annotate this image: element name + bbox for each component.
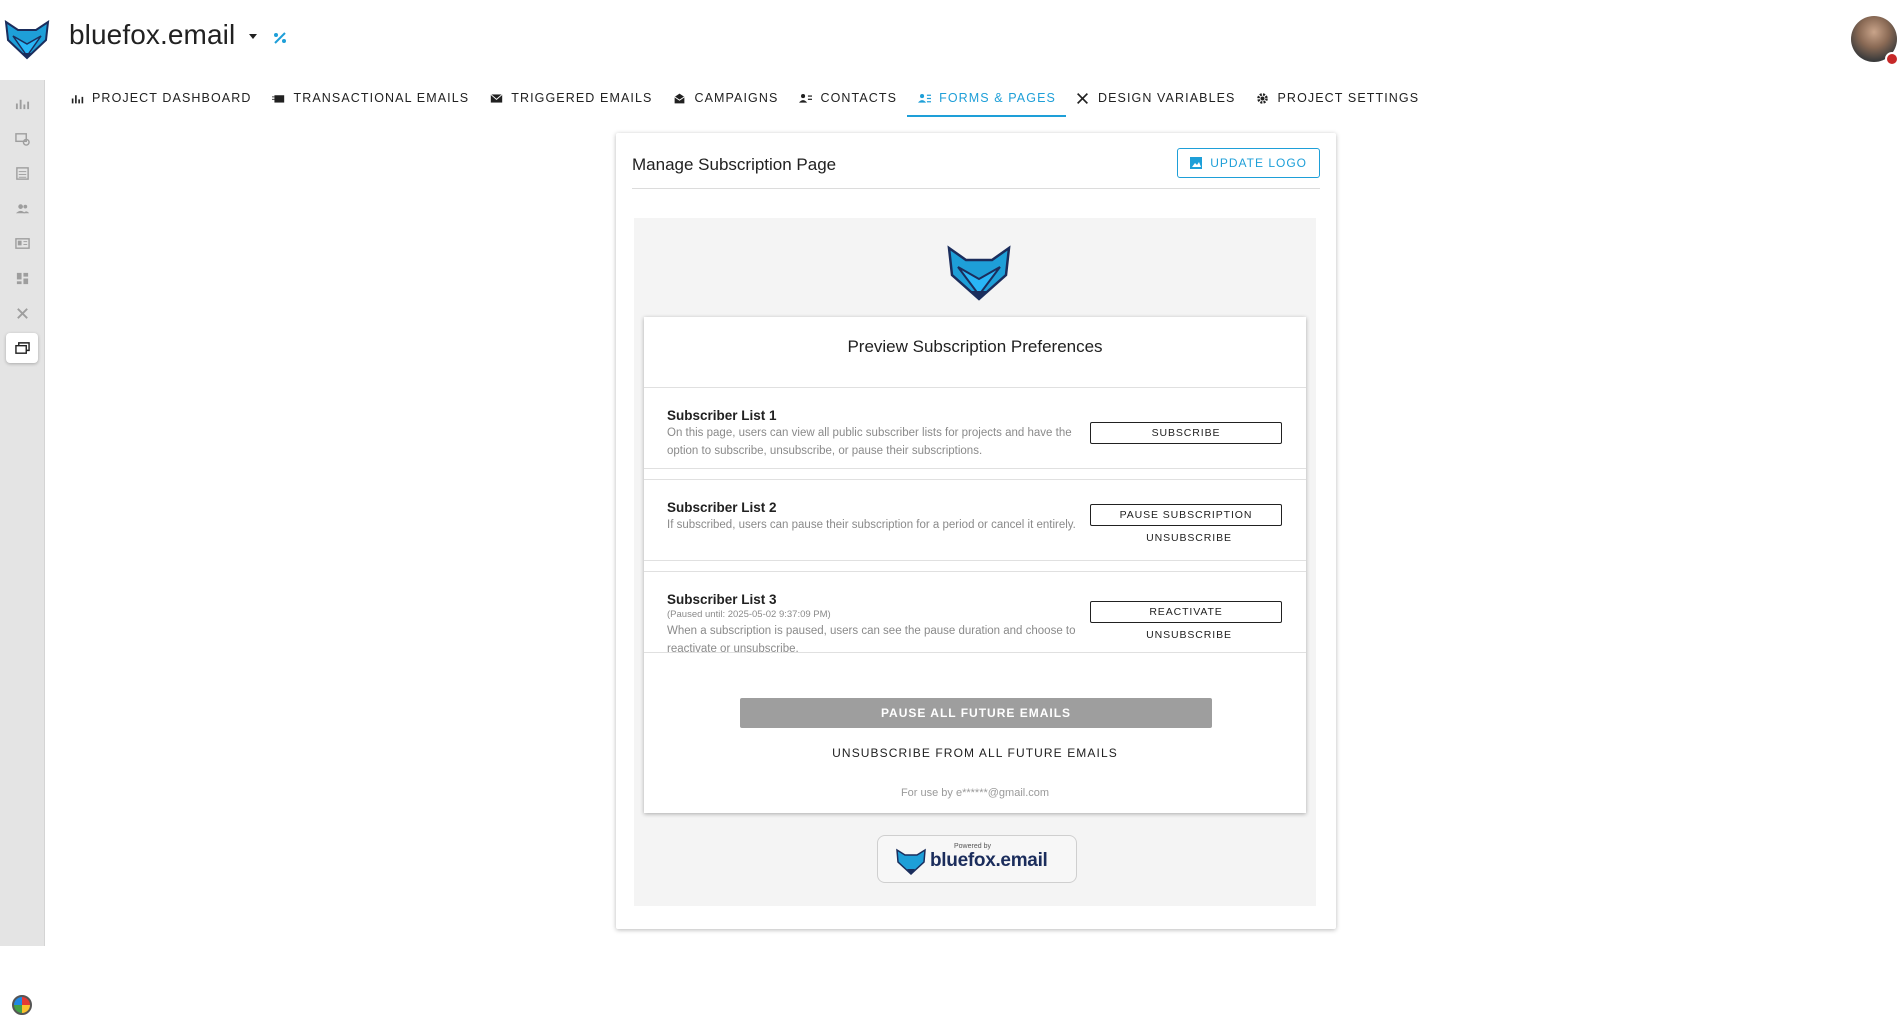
- contacts-icon: [798, 91, 812, 105]
- pause-all-button[interactable]: PAUSE ALL FUTURE EMAILS: [740, 698, 1212, 728]
- tab-design-variables[interactable]: Design Variables: [1066, 80, 1246, 116]
- tab-label: Transactional Emails: [293, 91, 470, 105]
- powered-by-brand: bluefox.email: [930, 850, 1048, 871]
- workspace-switcher-icon[interactable]: [12, 995, 32, 1015]
- id-card-icon: [14, 237, 30, 249]
- tab-triggered-emails[interactable]: Triggered Emails: [479, 80, 662, 116]
- list-item: Subscriber List 3 (Paused until: 2025-05…: [644, 571, 1306, 655]
- preferences-panel: Preview Subscription Preferences Subscri…: [644, 317, 1306, 813]
- rail-item-dashboard[interactable]: [6, 88, 38, 118]
- mail-cog-icon: [14, 132, 30, 146]
- update-logo-label: UPDATE LOGO: [1210, 156, 1307, 170]
- chart-icon: [70, 91, 84, 105]
- caret-down-icon[interactable]: [245, 28, 261, 44]
- subscribe-button[interactable]: SUBSCRIBE: [1090, 422, 1282, 444]
- top-bar: bluefox.email: [0, 0, 1902, 78]
- update-logo-button[interactable]: UPDATE LOGO: [1177, 148, 1320, 178]
- pause-subscription-button[interactable]: PAUSE SUBSCRIPTION: [1090, 504, 1282, 526]
- powered-by-badge[interactable]: Powered by bluefox.email: [877, 835, 1077, 883]
- tab-label: Project Settings: [1277, 91, 1420, 105]
- bluefox-logo: [896, 848, 926, 875]
- reactivate-button[interactable]: REACTIVATE: [1090, 601, 1282, 623]
- bluefox-logo: [947, 245, 1011, 301]
- left-rail: [0, 80, 45, 1015]
- rail-item-contacts[interactable]: [6, 193, 38, 223]
- tab-label: Project Dashboard: [92, 91, 252, 105]
- tools-icon: [16, 307, 28, 319]
- rail-item-forms[interactable]: [6, 228, 38, 258]
- chart-icon: [15, 99, 29, 109]
- rail-item-transactional[interactable]: [6, 123, 38, 153]
- forms-icon: [917, 91, 931, 105]
- tab-forms-pages[interactable]: Forms & Pages: [907, 80, 1066, 117]
- tab-transactional-emails[interactable]: Transactional Emails: [261, 80, 479, 116]
- inbox-icon: [672, 91, 686, 105]
- list-name: Subscriber List 3: [667, 592, 777, 607]
- project-tabs: Project Dashboard Transactional Emails T…: [60, 80, 1429, 118]
- list-name: Subscriber List 2: [667, 500, 777, 515]
- list-description: On this page, users can view all public …: [667, 427, 1072, 457]
- paused-note: (Paused until: 2025-05-02 9:37:09 PM): [667, 609, 831, 620]
- mail-stack-icon: [271, 91, 285, 105]
- rail-item-triggered[interactable]: [6, 158, 38, 188]
- subscription-preview: Preview Subscription Preferences Subscri…: [634, 218, 1316, 906]
- list-item: Subscriber List 2 If subscribed, users c…: [644, 479, 1306, 561]
- preferences-title: Preview Subscription Preferences: [847, 337, 1103, 356]
- tab-project-settings[interactable]: Project Settings: [1246, 80, 1430, 116]
- subscription-page-card: Manage Subscription Page UPDATE LOGO Pre…: [616, 133, 1336, 929]
- tab-campaigns[interactable]: Campaigns: [662, 80, 788, 116]
- powered-by-label: Powered by: [954, 843, 991, 850]
- envelope-icon: [489, 91, 503, 105]
- rail-item-design[interactable]: [6, 298, 38, 328]
- percent-wand-icon[interactable]: [272, 30, 288, 46]
- recipient-note: For use by e******@gmail.com: [900, 787, 1050, 799]
- page-title: Manage Subscription Page: [632, 155, 837, 174]
- tab-contacts[interactable]: Contacts: [788, 80, 907, 116]
- tab-label: Campaigns: [694, 91, 779, 105]
- list-description: If subscribed, users can pause their sub…: [667, 519, 1076, 531]
- rail-item-campaigns[interactable]: [6, 263, 38, 293]
- list-description: When a subscription is paused, users can…: [667, 625, 1076, 655]
- list-icon: [15, 166, 29, 180]
- people-icon: [15, 203, 29, 213]
- notification-badge: [1885, 52, 1899, 66]
- image-icon: [1190, 157, 1203, 169]
- unsubscribe-button[interactable]: UNSUBSCRIBE: [1090, 629, 1288, 645]
- divider: [632, 188, 1320, 189]
- folders-icon: [14, 341, 30, 354]
- bluefox-logo[interactable]: [4, 18, 50, 60]
- grid-icon: [16, 272, 28, 284]
- list-name: Subscriber List 1: [667, 408, 777, 423]
- rail-item-pages[interactable]: [6, 333, 38, 363]
- tools-icon: [1076, 91, 1090, 105]
- unsubscribe-all-button[interactable]: UNSUBSCRIBE FROM ALL FUTURE EMAILS: [644, 746, 1306, 760]
- list-item: Subscriber List 1 On this page, users ca…: [644, 387, 1306, 469]
- tab-label: Triggered Emails: [511, 91, 653, 105]
- gear-icon: [1256, 91, 1270, 105]
- app-title: bluefox.email: [69, 19, 236, 50]
- tab-label: Design Variables: [1097, 91, 1236, 105]
- unsubscribe-button[interactable]: UNSUBSCRIBE: [1090, 532, 1288, 548]
- tab-project-dashboard[interactable]: Project Dashboard: [60, 80, 261, 116]
- tab-label: Contacts: [820, 91, 898, 105]
- tab-label: Forms & Pages: [939, 91, 1056, 105]
